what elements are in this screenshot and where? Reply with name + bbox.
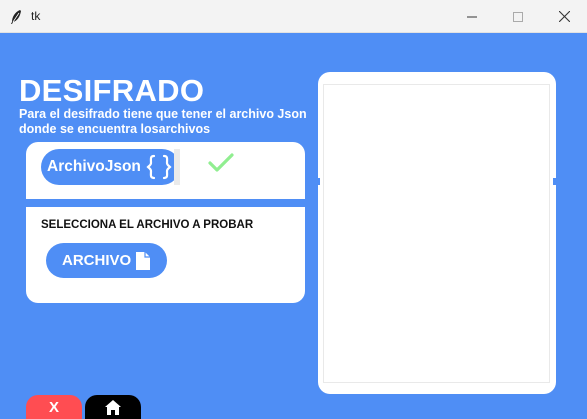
file-selection-card: ArchivoJson SELECCIONA EL ARCHIVO A PROB… [26, 142, 305, 303]
button-edge [174, 149, 180, 185]
output-panel [318, 72, 556, 394]
archivo-json-label: ArchivoJson [47, 158, 141, 175]
exit-button[interactable]: X [26, 395, 82, 419]
file-icon [136, 251, 151, 270]
home-button[interactable] [85, 395, 141, 419]
window-title: tk [31, 9, 41, 23]
output-textbox[interactable] [323, 84, 550, 383]
title-bar[interactable]: tk [0, 0, 587, 33]
card-divider [26, 199, 305, 207]
archivo-button[interactable]: ARCHIVO [46, 243, 167, 278]
maximize-button[interactable] [495, 0, 541, 33]
close-button[interactable] [541, 0, 587, 33]
select-file-label: SELECCIONA EL ARCHIVO A PROBAR [41, 219, 254, 231]
check-icon [208, 153, 234, 172]
page-description: Para el desifrado tiene que tener el arc… [19, 107, 307, 136]
page-title: DESIFRADO [19, 73, 205, 108]
archivo-button-label: ARCHIVO [62, 252, 132, 269]
panel-notch-right [553, 178, 556, 185]
panel-notch-left [317, 178, 320, 185]
maximize-icon [513, 11, 523, 22]
braces-icon [146, 154, 172, 180]
app-window: tk DESIFRADO Para el desifrado tiene que… [0, 0, 587, 419]
minimize-icon [467, 16, 477, 17]
home-icon [105, 399, 121, 415]
feather-icon [11, 10, 21, 24]
archivo-json-button[interactable]: ArchivoJson [41, 149, 180, 185]
close-icon [558, 11, 570, 22]
minimize-button[interactable] [449, 0, 495, 33]
main-area: DESIFRADO Para el desifrado tiene que te… [0, 33, 587, 419]
